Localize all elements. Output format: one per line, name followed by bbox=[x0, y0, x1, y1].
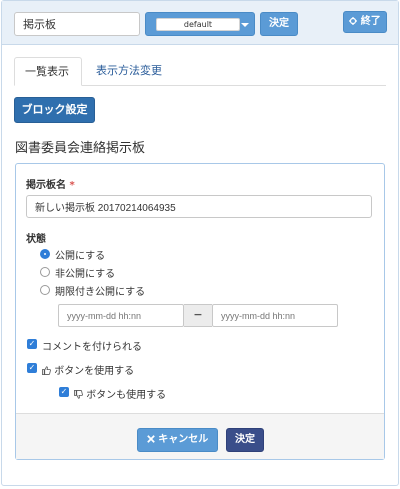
radio-public[interactable] bbox=[40, 249, 50, 259]
frame-container: default 決定 終了 一覧表示 表示方法変更 ブロック設定 図書委員会連絡… bbox=[1, 0, 399, 486]
panel-footer: キャンセル 決定 bbox=[16, 413, 384, 459]
use-unlike-text: ボタンも使用する bbox=[74, 386, 166, 401]
status-option-private-label: 非公開にする bbox=[55, 269, 116, 280]
decide-button[interactable]: 決定 bbox=[226, 428, 264, 452]
use-like-checkbox[interactable]: ✓ bbox=[27, 363, 37, 373]
frame-header: default 決定 終了 bbox=[2, 1, 398, 45]
frame-style-select-value: default bbox=[156, 18, 240, 31]
board-name-label-text: 掲示板名 bbox=[26, 180, 66, 191]
allow-comments-checkbox[interactable]: ✓ bbox=[27, 339, 37, 349]
use-unlike-label: ボタンも使用する bbox=[86, 390, 167, 401]
board-settings-panel: 掲示板名 * 状態 公開にする 非公開にする 期限付き公開にする − ✓ コメン… bbox=[15, 163, 385, 460]
view-tabs: 一覧表示 表示方法変更 bbox=[14, 57, 386, 86]
close-icon bbox=[146, 429, 155, 451]
publish-end-input[interactable] bbox=[212, 304, 338, 327]
status-label: 状態 bbox=[26, 234, 46, 245]
page-title: 図書委員会連絡掲示板 bbox=[15, 141, 146, 156]
frame-close-button[interactable]: 終了 bbox=[343, 11, 387, 33]
board-name-label: 掲示板名 * bbox=[26, 176, 75, 191]
use-like-text: ボタンを使用する bbox=[42, 362, 134, 377]
cancel-label: キャンセル bbox=[158, 434, 209, 445]
allow-comments-label: コメントを付けられる bbox=[42, 342, 142, 353]
frame-name-input[interactable] bbox=[14, 12, 140, 36]
use-unlike-checkbox[interactable]: ✓ bbox=[59, 387, 69, 397]
radio-limited[interactable] bbox=[40, 285, 50, 295]
tab-change-display[interactable]: 表示方法変更 bbox=[86, 57, 172, 86]
publish-period: − bbox=[58, 304, 338, 327]
use-like-label: ボタンを使用する bbox=[54, 366, 135, 377]
date-separator: − bbox=[184, 304, 212, 327]
thumbs-up-icon bbox=[42, 366, 51, 377]
tab-list-view[interactable]: 一覧表示 bbox=[14, 57, 82, 86]
status-option-public-label: 公開にする bbox=[55, 251, 106, 262]
thumbs-down-icon bbox=[74, 390, 83, 401]
chevron-down-icon bbox=[241, 23, 249, 27]
required-mark: * bbox=[69, 180, 75, 191]
frame-close-label: 終了 bbox=[360, 16, 381, 27]
frame-style-select[interactable]: default bbox=[145, 12, 255, 36]
radio-private[interactable] bbox=[40, 267, 50, 277]
cancel-button[interactable]: キャンセル bbox=[137, 428, 218, 452]
block-settings-button[interactable]: ブロック設定 bbox=[14, 97, 95, 123]
board-name-input[interactable] bbox=[26, 195, 372, 218]
publish-start-input[interactable] bbox=[58, 304, 184, 327]
frame-decide-button[interactable]: 決定 bbox=[260, 12, 298, 36]
status-option-limited-label: 期限付き公開にする bbox=[55, 287, 146, 298]
gear-icon bbox=[349, 12, 358, 32]
